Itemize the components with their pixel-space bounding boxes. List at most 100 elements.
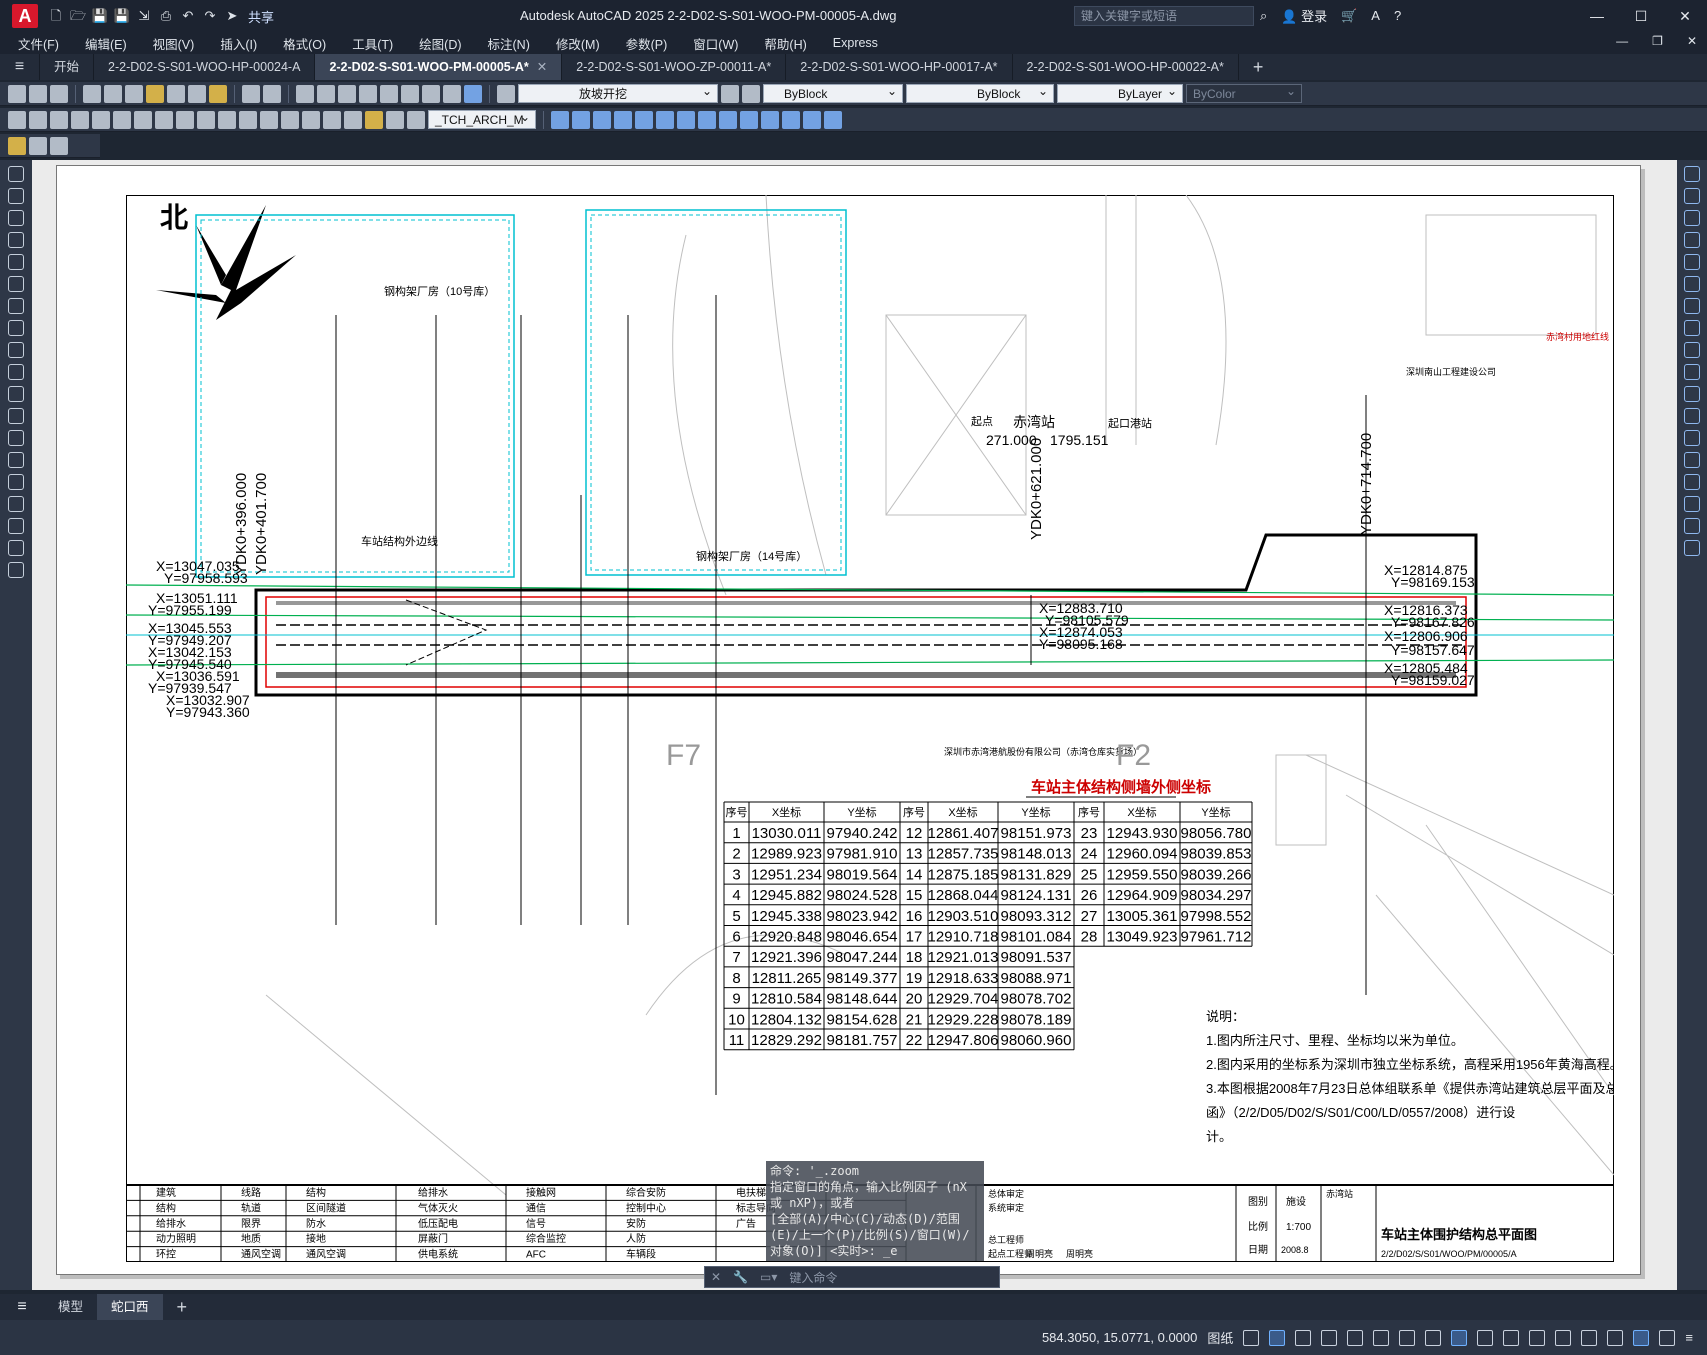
menu-window[interactable]: 窗口(W) — [693, 34, 738, 53]
arc-length-icon[interactable] — [50, 110, 68, 129]
tab-file-00011[interactable]: 2-2-D02-S-S01-WOO-ZP-00011-A* — [562, 54, 787, 80]
point-icon[interactable] — [8, 452, 24, 468]
menu-edit[interactable]: 编辑(E) — [85, 34, 127, 53]
line-icon[interactable] — [8, 166, 24, 182]
cursor-coordinates[interactable]: 584.3050, 15.0771, 0.0000 — [1042, 1330, 1197, 1345]
pan-icon[interactable] — [296, 84, 314, 103]
new-icon[interactable] — [8, 84, 26, 103]
draworder-icon[interactable] — [8, 136, 26, 155]
circle-icon[interactable] — [8, 298, 24, 314]
menu-help[interactable]: 帮助(H) — [764, 34, 806, 53]
aligned-dim-icon[interactable] — [29, 110, 47, 129]
close-tab-icon[interactable]: ✕ — [537, 60, 547, 74]
autodesk-a-icon[interactable]: A — [1371, 8, 1380, 23]
match-prop-icon[interactable] — [209, 84, 227, 103]
quick-dim-icon[interactable] — [176, 110, 194, 129]
ortho-icon[interactable] — [1295, 1329, 1312, 1346]
login-button[interactable]: 👤 登录 — [1281, 6, 1327, 25]
cart-icon[interactable]: 🛒 — [1341, 8, 1357, 24]
share-icon[interactable]: ➤ — [222, 6, 242, 26]
baseline-icon[interactable] — [197, 110, 215, 129]
menu-tools[interactable]: 工具(T) — [352, 34, 393, 53]
space-toggle[interactable]: 图纸 — [1207, 1328, 1233, 1347]
ordinate-icon[interactable] — [71, 110, 89, 129]
menu-dimension[interactable]: 标注(N) — [488, 34, 530, 53]
text-style-dropdown[interactable]: _TCH_ARCH_M — [428, 108, 536, 129]
polygon-icon[interactable] — [8, 232, 24, 248]
extend-icon[interactable] — [1684, 386, 1700, 402]
extend-icon[interactable] — [761, 110, 779, 129]
table-icon[interactable] — [8, 540, 24, 556]
rectangle-icon[interactable] — [8, 254, 24, 270]
chamfer-icon[interactable] — [803, 110, 821, 129]
hardware-accel-icon[interactable] — [1581, 1329, 1598, 1346]
menu-format[interactable]: 格式(O) — [283, 34, 326, 53]
snap-icon[interactable] — [1269, 1329, 1286, 1346]
fillet-icon[interactable] — [1684, 496, 1700, 512]
break-icon[interactable] — [260, 110, 278, 129]
bring-front-icon[interactable] — [29, 136, 47, 155]
tab-layout-shekou-west[interactable]: 蛇口西 — [97, 1294, 163, 1320]
erase-icon[interactable] — [551, 110, 569, 129]
lineweight-icon[interactable] — [1425, 1329, 1442, 1346]
rotate-icon[interactable] — [677, 110, 695, 129]
design-center-icon[interactable] — [401, 84, 419, 103]
preview-icon[interactable] — [104, 84, 122, 103]
help-icon[interactable]: ? — [1394, 8, 1401, 23]
center-mark-icon[interactable] — [302, 110, 320, 129]
undo-icon[interactable]: ↶ — [178, 6, 198, 26]
lineweight-dropdown[interactable]: ByLayer — [1057, 82, 1183, 103]
erase-icon[interactable] — [1684, 166, 1700, 182]
arc-icon[interactable] — [8, 276, 24, 292]
zoom-realtime-icon[interactable] — [317, 84, 335, 103]
isolate-icon[interactable] — [1607, 1329, 1624, 1346]
redo-icon[interactable] — [263, 84, 281, 103]
dim-edit-icon[interactable] — [365, 110, 383, 129]
gradient-icon[interactable] — [8, 496, 24, 512]
drawing-sheet[interactable]: 北 钢构架厂房（10号库） 钢构架厂房（14号库） 车站结构外边线 赤湾村用地红… — [126, 195, 1614, 1262]
tab-file-00024[interactable]: 2-2-D02-S-S01-WOO-HP-00024-A — [94, 54, 316, 80]
rotate-icon[interactable] — [1684, 298, 1700, 314]
customize-wrench-icon[interactable]: 🔧 — [733, 1270, 748, 1284]
join-icon[interactable] — [1684, 452, 1700, 468]
scale-icon[interactable] — [1684, 320, 1700, 336]
dim-text-edit-icon[interactable] — [386, 110, 404, 129]
gear-icon[interactable] — [1529, 1329, 1546, 1346]
share-button[interactable]: 共享 — [248, 7, 274, 26]
cut-icon[interactable] — [146, 84, 164, 103]
doc-restore-icon[interactable]: ❐ — [1652, 34, 1663, 48]
calculator-icon[interactable] — [443, 84, 461, 103]
mirror-icon[interactable] — [1684, 210, 1700, 226]
polar-icon[interactable] — [1321, 1329, 1338, 1346]
close-button[interactable]: ✕ — [1663, 0, 1707, 32]
jogged-icon[interactable] — [113, 110, 131, 129]
copy-object-icon[interactable] — [572, 110, 590, 129]
menu-insert[interactable]: 插入(I) — [220, 34, 257, 53]
mirror-icon[interactable] — [593, 110, 611, 129]
ellipse-icon[interactable] — [8, 364, 24, 380]
menu-view[interactable]: 视图(V) — [153, 34, 195, 53]
trim-icon[interactable] — [1684, 364, 1700, 380]
menu-file[interactable]: 文件(F) — [18, 34, 59, 53]
doc-close-icon[interactable]: ✕ — [1687, 34, 1697, 48]
layer-properties-icon[interactable] — [497, 84, 515, 103]
jogged-linear-icon[interactable] — [344, 110, 362, 129]
make-block-icon[interactable] — [8, 430, 24, 446]
publish-icon[interactable] — [125, 84, 143, 103]
grid-icon[interactable] — [1243, 1329, 1260, 1346]
array-icon[interactable] — [635, 110, 653, 129]
angular-icon[interactable] — [155, 110, 173, 129]
redo-icon[interactable]: ↷ — [200, 6, 220, 26]
save-as-icon[interactable]: 💾 — [112, 6, 132, 26]
new-file-icon[interactable]: 🗋 — [46, 6, 66, 26]
status-menu-icon[interactable]: ≡ — [1685, 1330, 1693, 1345]
save-icon[interactable] — [50, 84, 68, 103]
send-back-icon[interactable] — [50, 136, 68, 155]
break-point-icon[interactable] — [1684, 408, 1700, 424]
transparency-icon[interactable] — [1451, 1329, 1468, 1346]
app-menu-icon[interactable]: ≡ — [0, 54, 40, 80]
add-layout-button[interactable]: + — [163, 1294, 202, 1320]
polyline-icon[interactable] — [8, 210, 24, 226]
copy-icon[interactable] — [167, 84, 185, 103]
zoom-window-icon[interactable] — [338, 84, 356, 103]
